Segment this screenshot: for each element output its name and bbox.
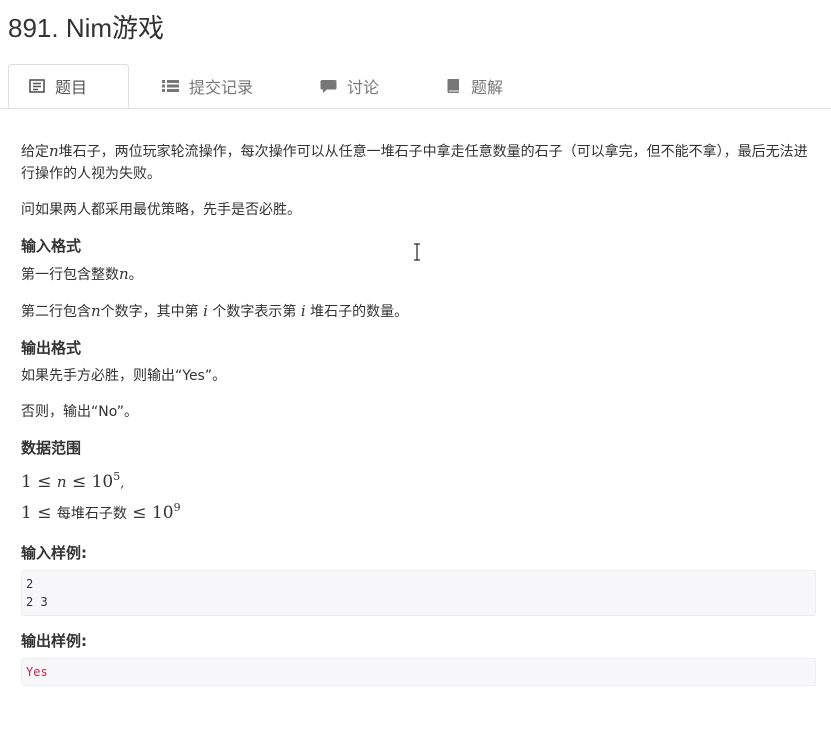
tab-discussion[interactable]: 讨论 bbox=[320, 64, 379, 108]
output-format-line2: 否则，输出“No”。 bbox=[21, 404, 139, 420]
tab-solutions[interactable]: 题解 bbox=[446, 64, 503, 108]
output-format-line1: 如果先手方必胜，则输出“Yes”。 bbox=[21, 368, 227, 384]
list-icon bbox=[162, 80, 179, 92]
tab-label: 题解 bbox=[471, 78, 504, 97]
question-paragraph: 问如果两人都采用最优策略，先手是否必胜。 bbox=[21, 202, 301, 218]
math-var: n bbox=[49, 142, 59, 160]
range-line-1: 1 ≤ n ≤ 105, bbox=[21, 470, 125, 492]
sample-input-heading: 输入样例: bbox=[21, 544, 87, 562]
page-title: 891. Nim游戏 bbox=[8, 13, 165, 43]
sample-output-block[interactable]: Yes bbox=[21, 658, 816, 686]
math-var: n bbox=[91, 302, 101, 320]
input-format-line2: 第二行包含n个数字，其中第 i 个数字表示第 i 堆石子的数量。 bbox=[21, 302, 409, 320]
code-line: 2 3 bbox=[26, 595, 48, 609]
code-line: Yes bbox=[26, 665, 48, 679]
range-line-2: 1 ≤ 每堆石子数 ≤ 109 bbox=[21, 501, 181, 523]
math-var: n bbox=[119, 265, 129, 283]
statement-paragraph: 给定n堆石子，两位玩家轮流操作，每次操作可以从任意一堆石子中拿走任意数量的石子（… bbox=[21, 142, 808, 182]
tab-submissions[interactable]: 提交记录 bbox=[162, 64, 253, 108]
text-cursor-icon bbox=[414, 243, 420, 261]
data-range-heading: 数据范围 bbox=[21, 439, 82, 457]
book-icon bbox=[447, 79, 459, 93]
sample-input-block[interactable]: 2 2 3 bbox=[21, 570, 816, 616]
comment-icon bbox=[320, 79, 337, 93]
problem-content: 给定n堆石子，两位玩家轮流操作，每次操作可以从任意一堆石子中拿走任意数量的石子（… bbox=[21, 140, 816, 700]
tab-label: 讨论 bbox=[347, 78, 380, 97]
code-line: 2 bbox=[26, 577, 34, 591]
tab-problem[interactable]: 题目 bbox=[8, 64, 129, 108]
sample-output-heading: 输出样例: bbox=[21, 632, 87, 650]
tab-label: 题目 bbox=[55, 78, 88, 97]
tab-bar: 题目 提交记录 讨论 题解 bbox=[0, 64, 831, 109]
document-icon bbox=[29, 79, 45, 93]
input-format-line1: 第一行包含整数n。 bbox=[21, 265, 143, 283]
output-format-heading: 输出格式 bbox=[21, 339, 82, 357]
tab-label: 提交记录 bbox=[189, 78, 254, 97]
